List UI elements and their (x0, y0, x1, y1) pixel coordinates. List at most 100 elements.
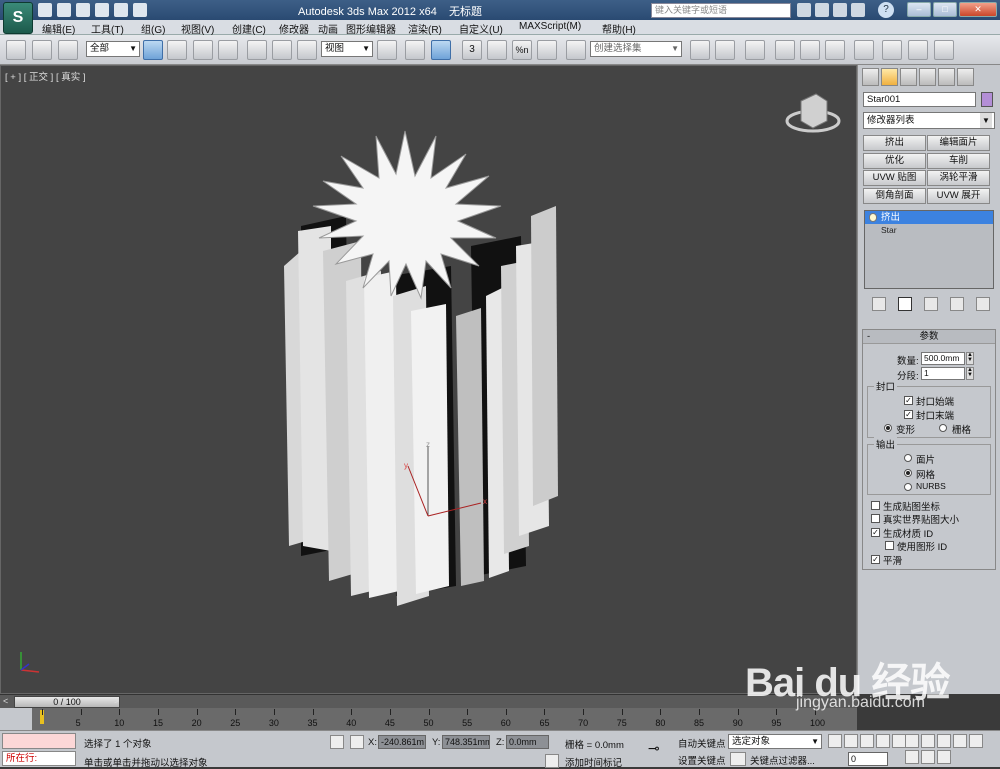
perspective-viewport[interactable]: [ + ] [ 正交 ] [ 真实 ] z y x (0, 65, 857, 694)
go-to-start-icon[interactable] (828, 734, 842, 748)
pin-stack-icon[interactable] (872, 297, 886, 311)
grid-radio[interactable] (939, 424, 947, 432)
percent-snap-icon[interactable]: %n (512, 40, 532, 60)
undo-icon[interactable] (95, 3, 109, 17)
next-frame-icon[interactable] (876, 734, 890, 748)
selection-filter-dropdown[interactable]: 全部 (86, 41, 140, 57)
modifier-list-dropdown[interactable]: 修改器列表 (863, 112, 995, 129)
modifier-optimize-button[interactable]: 优化 (863, 153, 926, 169)
gen-mat-ids-checkbox[interactable]: ✓ (871, 528, 880, 537)
angle-snap-icon[interactable] (487, 40, 507, 60)
mini-curve-editor-icon[interactable] (0, 708, 32, 730)
go-to-end-icon[interactable] (892, 734, 906, 748)
set-key-button[interactable]: 设置关键点 (678, 753, 726, 767)
menu-customize[interactable]: 自定义(U) (459, 21, 503, 36)
rectangle-selection-icon[interactable] (193, 40, 213, 60)
rotate-icon[interactable] (272, 40, 292, 60)
gen-map-coords-checkbox[interactable] (871, 501, 880, 510)
maxscript-prompt[interactable]: 所在行: (2, 751, 76, 766)
redo-icon[interactable] (114, 3, 128, 17)
qat-dropdown-icon[interactable] (133, 3, 147, 17)
make-unique-icon[interactable] (924, 297, 938, 311)
set-key-key-icon[interactable]: ⊸ (648, 741, 670, 755)
use-shape-ids-checkbox[interactable] (885, 541, 894, 550)
named-selection-dropdown[interactable]: 创建选择集 (590, 41, 682, 57)
app-menu-logo-icon[interactable]: S (3, 2, 33, 34)
segments-spinner-arrows[interactable]: ▲ ▼ (966, 367, 974, 380)
curve-editor-icon[interactable] (800, 40, 820, 60)
menu-modifiers[interactable]: 修改器 (279, 21, 309, 36)
play-icon[interactable] (860, 734, 874, 748)
extruded-star-object[interactable] (1, 66, 856, 693)
pan-hand-icon[interactable] (905, 750, 919, 764)
layer-manager-icon[interactable] (745, 40, 765, 60)
schematic-view-icon[interactable] (825, 40, 845, 60)
binoculars-icon[interactable] (797, 3, 811, 17)
zoom-all-icon[interactable] (921, 734, 935, 748)
time-slider-prev-icon[interactable]: < (3, 696, 8, 706)
display-tab-icon[interactable] (938, 68, 955, 86)
real-world-map-checkbox[interactable] (871, 514, 880, 523)
zoom-extents-icon[interactable] (937, 734, 951, 748)
current-frame-field[interactable]: 0 (848, 752, 888, 766)
amount-spinner[interactable]: 500.0mm (921, 352, 965, 365)
move-icon[interactable] (247, 40, 267, 60)
object-color-swatch[interactable] (981, 92, 993, 107)
key-filters-button[interactable]: 关键点过滤器... (750, 753, 815, 767)
orbit-icon[interactable] (921, 750, 935, 764)
new-file-icon[interactable] (38, 3, 52, 17)
menu-views[interactable]: 视图(V) (181, 21, 214, 36)
maximize-viewport-icon[interactable] (937, 750, 951, 764)
absolute-mode-icon[interactable] (350, 735, 364, 749)
amount-spinner-arrows[interactable]: ▲ ▼ (966, 352, 974, 365)
bind-space-warp-icon[interactable] (58, 40, 78, 60)
remove-modifier-icon[interactable] (950, 297, 964, 311)
edit-named-selection-icon[interactable] (566, 40, 586, 60)
material-editor-icon[interactable] (854, 40, 874, 60)
render-setup-icon[interactable] (882, 40, 902, 60)
menu-maxscript[interactable]: MAXScript(M) (519, 21, 581, 32)
menu-tools[interactable]: 工具(T) (91, 21, 124, 36)
menu-group[interactable]: 组(G) (141, 21, 165, 36)
menu-animation[interactable]: 动画 (318, 21, 338, 36)
mesh-radio[interactable] (904, 469, 912, 477)
segments-spinner[interactable]: 1 (921, 367, 965, 380)
modifier-edit-patch-button[interactable]: 编辑面片 (927, 135, 990, 151)
cap-start-checkbox[interactable]: ✓ (904, 396, 913, 405)
keyboard-shortcut-override-icon[interactable] (431, 40, 451, 60)
select-object-icon[interactable] (143, 40, 163, 60)
field-of-view-icon[interactable] (969, 734, 983, 748)
patch-radio[interactable] (904, 454, 912, 462)
show-end-result-icon[interactable] (898, 297, 912, 311)
time-slider-thumb[interactable]: 0 / 100 (14, 696, 120, 708)
modify-tab-icon[interactable] (881, 68, 898, 86)
favorites-star-icon[interactable] (851, 3, 865, 17)
z-coord-field[interactable]: 0.0mm (506, 735, 549, 749)
save-icon[interactable] (76, 3, 90, 17)
zoom-extents-all-icon[interactable] (953, 734, 967, 748)
lock-selection-icon[interactable] (330, 735, 344, 749)
maximize-button[interactable]: □ (933, 2, 957, 17)
lightbulb-icon[interactable] (869, 213, 877, 222)
motion-tab-icon[interactable] (919, 68, 936, 86)
configure-modifier-sets-icon[interactable] (976, 297, 990, 311)
subscription-icon[interactable] (815, 3, 829, 17)
modifier-uvw-map-button[interactable]: UVW 贴图 (863, 170, 926, 186)
object-name-field[interactable]: Star001 (863, 92, 976, 107)
modifier-turbosmooth-button[interactable]: 涡轮平滑 (927, 170, 990, 186)
modifier-lathe-button[interactable]: 车削 (927, 153, 990, 169)
utilities-tab-icon[interactable] (957, 68, 974, 86)
minimize-button[interactable]: – (907, 2, 931, 17)
search-input[interactable]: 键入关键字或短语 (651, 3, 791, 18)
snaps-toggle-icon[interactable]: 3 (462, 40, 482, 60)
morph-radio[interactable] (884, 424, 892, 432)
key-curve-icon[interactable] (730, 752, 746, 766)
zoom-icon[interactable] (905, 734, 919, 748)
stack-item-extrude[interactable]: 挤出 (865, 211, 993, 224)
reference-coord-dropdown[interactable]: 视图 (321, 41, 373, 57)
x-coord-field[interactable]: -240.861m (378, 735, 426, 749)
modifier-bevel-profile-button[interactable]: 倒角剖面 (863, 188, 926, 204)
pivot-center-icon[interactable] (377, 40, 397, 60)
render-production-icon[interactable] (934, 40, 954, 60)
parameters-rollout-header[interactable]: - 参数 (863, 330, 995, 344)
